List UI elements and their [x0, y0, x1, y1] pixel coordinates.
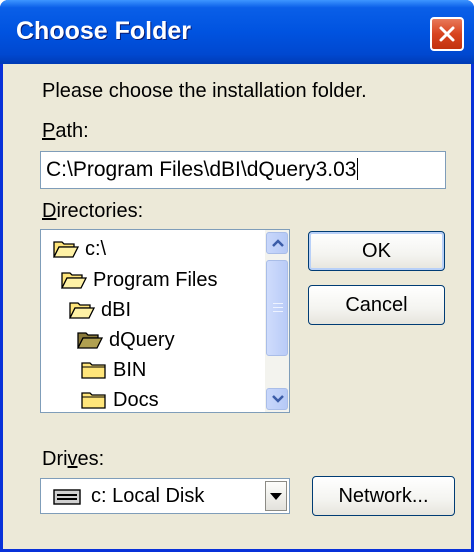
drives-selected-value: c: Local Disk [91, 485, 205, 507]
open-folder-icon [61, 272, 87, 289]
title-bar[interactable]: Choose Folder [0, 0, 474, 64]
ok-button[interactable]: OK [308, 231, 445, 271]
dropdown-arrow-icon [270, 493, 282, 500]
network-button[interactable]: Network... [312, 476, 455, 516]
hard-disk-icon [53, 489, 81, 510]
tree-item-dbi[interactable]: dBI [69, 295, 131, 325]
path-input[interactable]: C:\Program Files\dBI\dQuery3.03 [40, 151, 446, 189]
cancel-button[interactable]: Cancel [308, 285, 445, 325]
open-folder-icon [53, 241, 79, 258]
chevron-down-icon [272, 395, 284, 403]
directories-label: Directories: [42, 200, 144, 222]
open-folder-selected-icon [77, 332, 103, 349]
drives-label: Drives: [42, 448, 105, 470]
tree-item-program-files[interactable]: Program Files [61, 265, 217, 295]
scroll-up-button[interactable] [266, 232, 288, 254]
open-folder-icon [69, 302, 95, 319]
scroll-down-button[interactable] [266, 388, 288, 410]
directories-scrollbar[interactable] [265, 230, 289, 412]
window-title: Choose Folder [16, 17, 192, 45]
folder-icon [81, 392, 106, 409]
tree-item-bin[interactable]: BIN [81, 355, 146, 385]
chevron-up-icon [272, 239, 284, 247]
path-label: Path: [42, 120, 89, 142]
drives-select[interactable]: c: Local Disk [40, 478, 290, 514]
folder-icon [81, 362, 106, 379]
directories-list[interactable]: c:\ Program Files dBI dQuery BIN Docs [40, 229, 290, 413]
instruction-text: Please choose the installation folder. [42, 80, 367, 102]
tree-item-docs[interactable]: Docs [81, 385, 159, 412]
close-button[interactable] [430, 17, 464, 51]
drives-dropdown-button[interactable] [265, 481, 287, 511]
tree-item-dquery[interactable]: dQuery [77, 325, 175, 355]
tree-item-c-root[interactable]: c:\ [53, 234, 106, 264]
scroll-thumb[interactable] [266, 260, 288, 356]
